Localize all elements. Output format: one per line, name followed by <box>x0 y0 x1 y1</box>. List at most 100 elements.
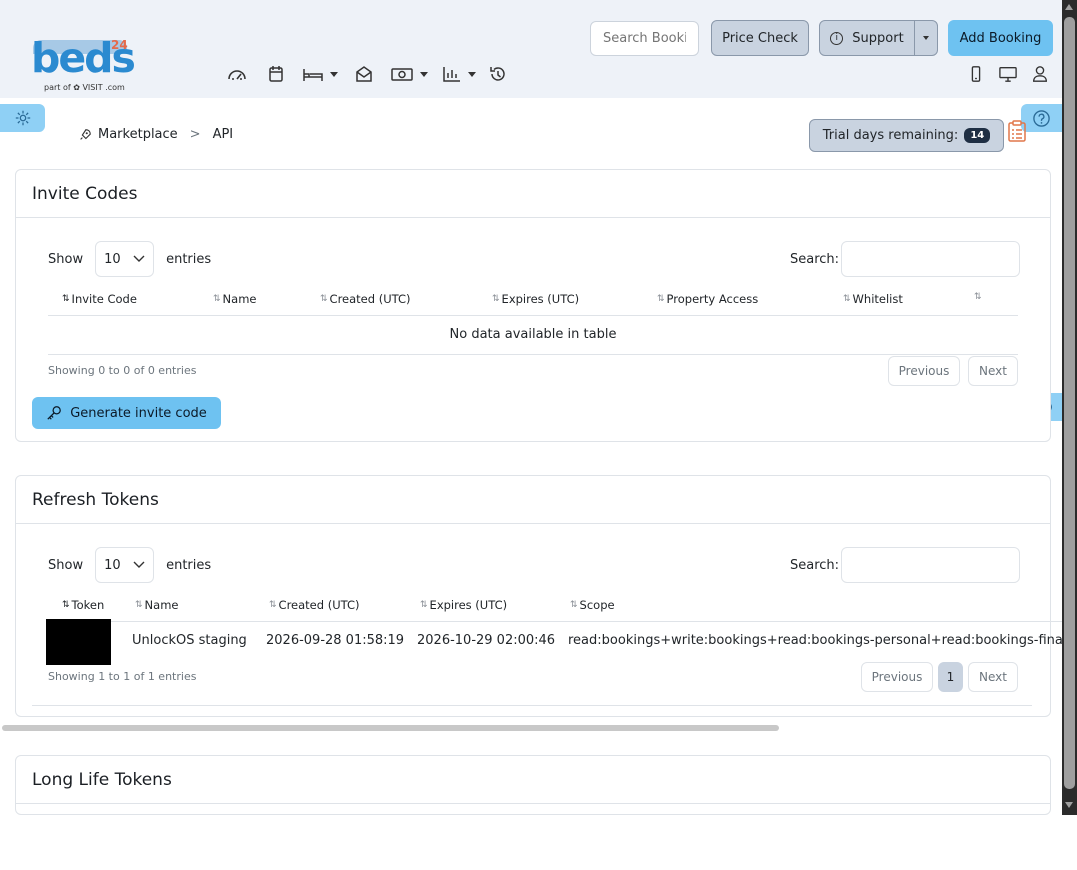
price-check-button[interactable]: Price Check <box>711 20 809 56</box>
settings-tab[interactable] <box>0 104 45 132</box>
col-name[interactable]: ⇅ Name <box>213 292 256 306</box>
generate-invite-code-button[interactable]: Generate invite code <box>32 397 221 429</box>
col-created[interactable]: ⇅ Created (UTC) <box>269 598 360 612</box>
chevron-down-icon <box>468 71 476 77</box>
logo-tagline: part of ✿ VISIT .com <box>44 83 125 92</box>
sort-icon: ⇅ <box>657 294 664 304</box>
col-scope[interactable]: ⇅ Scope <box>570 598 615 612</box>
col-expires[interactable]: ⇅ Expires (UTC) <box>492 292 579 306</box>
rocket-icon <box>78 128 92 142</box>
refresh-search-input[interactable] <box>841 547 1021 583</box>
sort-icon: ⇅ <box>62 600 69 610</box>
sort-icon: ⇅ <box>320 294 327 304</box>
scrollbar-thumb[interactable] <box>1064 17 1075 789</box>
refresh-table-info: Showing 1 to 1 of 1 entries <box>48 670 197 683</box>
horizontal-scrollbar[interactable] <box>2 725 779 731</box>
clipboard-list-icon[interactable] <box>1007 119 1027 143</box>
col-actions[interactable]: ⇅ <box>974 292 982 302</box>
col-token[interactable]: ⇅ Token <box>62 598 104 612</box>
refresh-tokens-title: Refresh Tokens <box>16 476 1050 524</box>
user-icon[interactable] <box>1030 64 1050 84</box>
entries-label: entries <box>166 251 212 267</box>
long-life-tokens-title: Long Life Tokens <box>16 756 1050 804</box>
sort-icon: ⇅ <box>570 600 577 610</box>
top-header: beds 24 part of ✿ VISIT .com Price <box>0 0 1062 98</box>
generate-label: Generate invite code <box>70 405 207 421</box>
col-label: Name <box>144 598 179 612</box>
chevron-down-icon <box>330 71 338 77</box>
col-expires[interactable]: ⇅ Expires (UTC) <box>420 598 507 612</box>
empty-table-message: No data available in table <box>449 327 617 342</box>
sort-icon: ⇅ <box>492 294 499 304</box>
search-bookings-input[interactable] <box>590 21 699 56</box>
invite-search: Search: <box>790 241 1021 277</box>
support-label: Support <box>852 30 904 46</box>
chevron-down-icon <box>133 561 145 568</box>
help-tab[interactable] <box>1021 104 1062 132</box>
col-name[interactable]: ⇅ Name <box>135 598 178 612</box>
col-label: Invite Code <box>71 292 137 306</box>
desktop-icon[interactable] <box>998 64 1018 84</box>
scroll-down-arrow[interactable] <box>1065 802 1073 808</box>
col-label: Name <box>222 292 257 306</box>
page-size-value: 10 <box>104 557 121 573</box>
breadcrumb-separator: > <box>189 127 201 142</box>
entries-label: entries <box>166 557 212 573</box>
chevron-down-icon <box>420 71 428 77</box>
bed-icon[interactable] <box>302 63 338 85</box>
mobile-icon[interactable] <box>966 64 986 84</box>
chevron-down-icon <box>133 255 145 262</box>
trial-days-badge: 14 <box>964 128 991 143</box>
history-icon[interactable] <box>486 63 510 85</box>
previous-button[interactable]: Previous <box>861 662 933 692</box>
invite-codes-title: Invite Codes <box>16 170 1050 218</box>
calendar-icon[interactable] <box>264 63 288 85</box>
sort-icon: ⇅ <box>420 600 427 610</box>
col-label: Property Access <box>666 292 759 306</box>
money-icon[interactable] <box>390 63 428 85</box>
sort-icon: ⇅ <box>135 600 142 610</box>
col-label: Expires (UTC) <box>501 292 580 306</box>
col-created[interactable]: ⇅ Created (UTC) <box>320 292 411 306</box>
inbox-icon[interactable] <box>352 63 376 85</box>
dashboard-icon[interactable] <box>225 63 249 85</box>
next-button[interactable]: Next <box>968 356 1018 386</box>
col-invite-code[interactable]: ⇅ Invite Code <box>62 292 137 306</box>
main-nav <box>225 63 510 85</box>
sort-icon: ⇅ <box>974 292 981 302</box>
page-size-select[interactable]: 10 <box>95 241 155 277</box>
show-label: Show <box>48 557 84 573</box>
next-button[interactable]: Next <box>968 662 1018 692</box>
table-bottom-divider <box>48 354 1018 355</box>
col-label: Scope <box>579 598 615 612</box>
breadcrumb-marketplace[interactable]: Marketplace <box>98 127 178 142</box>
token-name: UnlockOS staging <box>132 633 247 648</box>
support-button[interactable]: i Support <box>819 20 915 56</box>
previous-button[interactable]: Previous <box>888 356 960 386</box>
sort-icon: ⇅ <box>269 600 276 610</box>
device-icons <box>966 64 1050 84</box>
page-size-select[interactable]: 10 <box>95 547 155 583</box>
scroll-up-arrow[interactable] <box>1065 4 1073 10</box>
chart-icon[interactable] <box>442 63 476 85</box>
trial-days-button[interactable]: Trial days remaining: 14 <box>809 119 1004 152</box>
trial-label: Trial days remaining: <box>822 128 959 143</box>
breadcrumb: Marketplace > API <box>78 127 233 142</box>
col-label: Expires (UTC) <box>429 598 508 612</box>
col-whitelist[interactable]: ⇅ Whitelist <box>843 292 903 306</box>
info-icon: i <box>830 31 844 45</box>
col-property-access[interactable]: ⇅ Property Access <box>657 292 758 306</box>
invite-search-input[interactable] <box>841 241 1021 277</box>
support-dropdown-toggle[interactable] <box>914 20 938 56</box>
sort-icon: ⇅ <box>62 294 69 304</box>
vertical-scrollbar[interactable] <box>1062 0 1077 815</box>
page-1-button[interactable]: 1 <box>938 662 963 692</box>
logo-superscript: 24 <box>111 38 128 52</box>
long-life-tokens-card: Long Life Tokens <box>15 755 1051 815</box>
beds24-logo[interactable]: beds 24 part of ✿ VISIT .com <box>31 34 136 95</box>
add-booking-button[interactable]: Add Booking <box>948 20 1053 56</box>
table-header-divider <box>48 621 1062 622</box>
search-label: Search: <box>790 251 840 267</box>
col-label: Created (UTC) <box>329 292 411 306</box>
show-label: Show <box>48 251 84 267</box>
